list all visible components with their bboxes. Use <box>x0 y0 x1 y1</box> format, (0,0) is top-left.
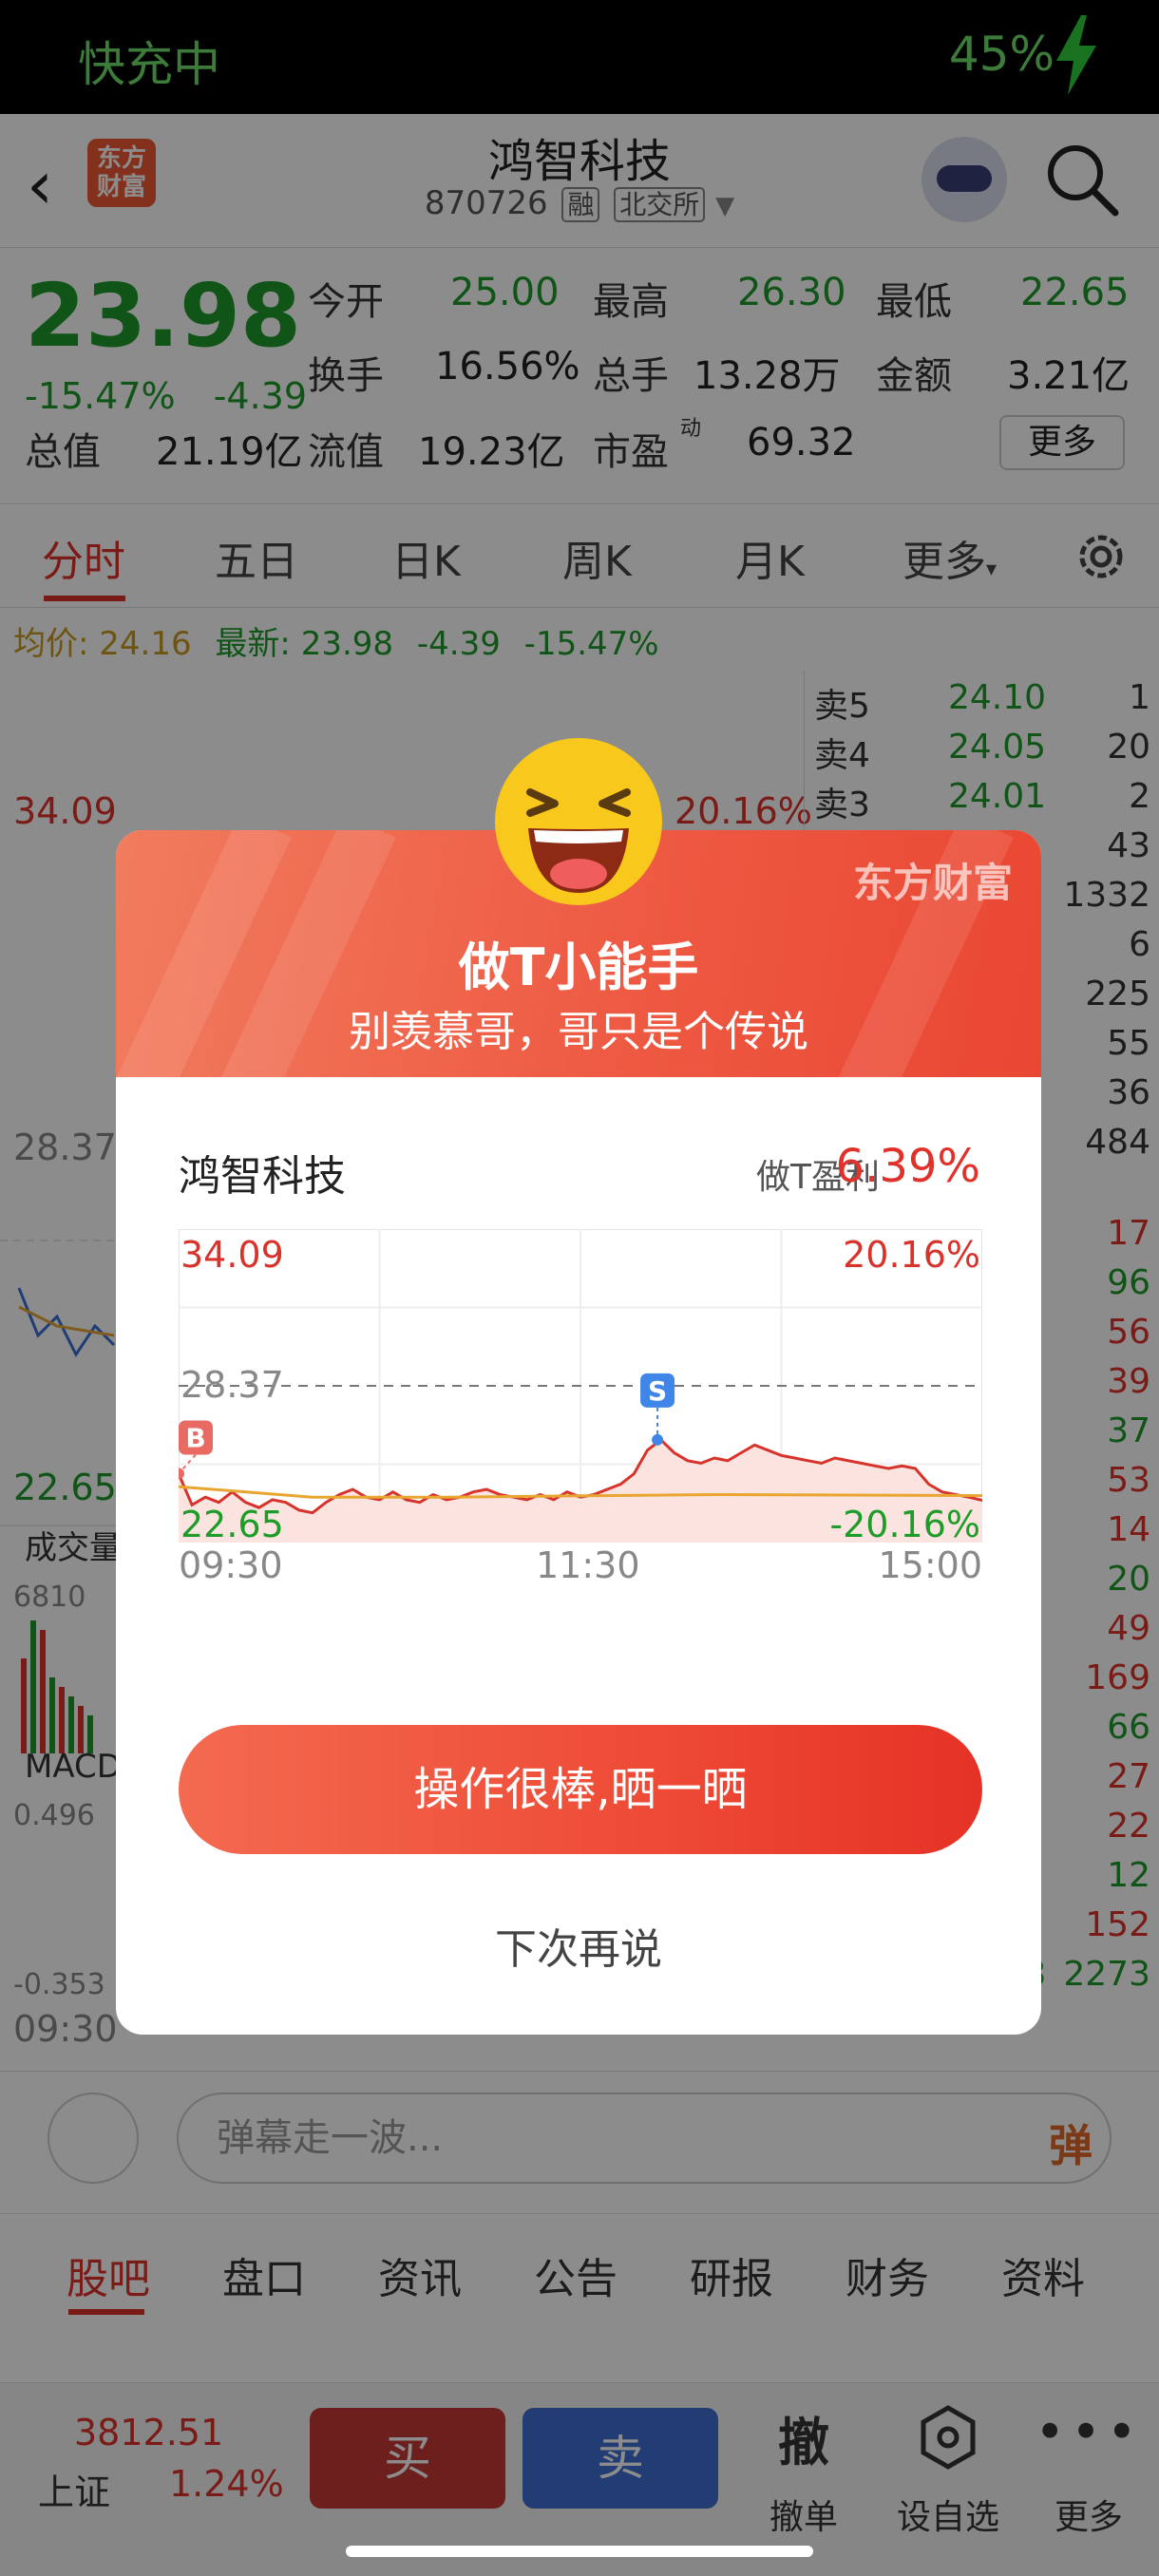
x-tick-label: 11:30 <box>536 1544 640 1586</box>
marker-label: S <box>648 1375 667 1407</box>
marker-label: B <box>185 1422 205 1453</box>
y-tick-label-right: 20.16% <box>843 1234 980 1276</box>
y-tick-label: 22.65 <box>180 1504 284 1543</box>
mini-intraday-chart: 34.09 28.37 22.65 20.16% -20.16% B S <box>173 1228 983 1545</box>
x-tick-label: 15:00 <box>878 1544 982 1586</box>
modal-subtitle: 别羡慕哥，哥只是个传说 <box>349 1008 808 1056</box>
share-button[interactable]: 操作很棒,晒一晒 <box>179 1725 982 1854</box>
mini-chart-svg: 34.09 28.37 22.65 20.16% -20.16% B S <box>173 1228 983 1545</box>
modal-title: 做T小能手 <box>458 938 699 997</box>
marker-dot <box>173 1468 184 1480</box>
brand-watermark: 东方财富 <box>852 860 1013 906</box>
laughing-emoji-icon <box>495 738 662 905</box>
x-tick-label: 09:30 <box>179 1544 283 1586</box>
profit-value: 6.39% <box>835 1140 980 1193</box>
modal-stock-name: 鸿智科技 <box>179 1152 346 1201</box>
trade-achievement-modal: 东方财富 做T小能手 别羡慕哥，哥只是个传说 鸿智科技 做T盈利 6.39% 3… <box>116 738 1041 2035</box>
y-tick-label-right: -20.16% <box>829 1504 980 1543</box>
later-button[interactable]: 下次再说 <box>116 1915 1041 1976</box>
y-tick-label: 28.37 <box>180 1364 284 1406</box>
mini-chart-time-axis: 09:30 11:30 15:00 <box>179 1544 982 1592</box>
marker-dot <box>652 1433 664 1446</box>
y-tick-label: 34.09 <box>180 1234 284 1276</box>
home-indicator[interactable] <box>346 2546 813 2557</box>
